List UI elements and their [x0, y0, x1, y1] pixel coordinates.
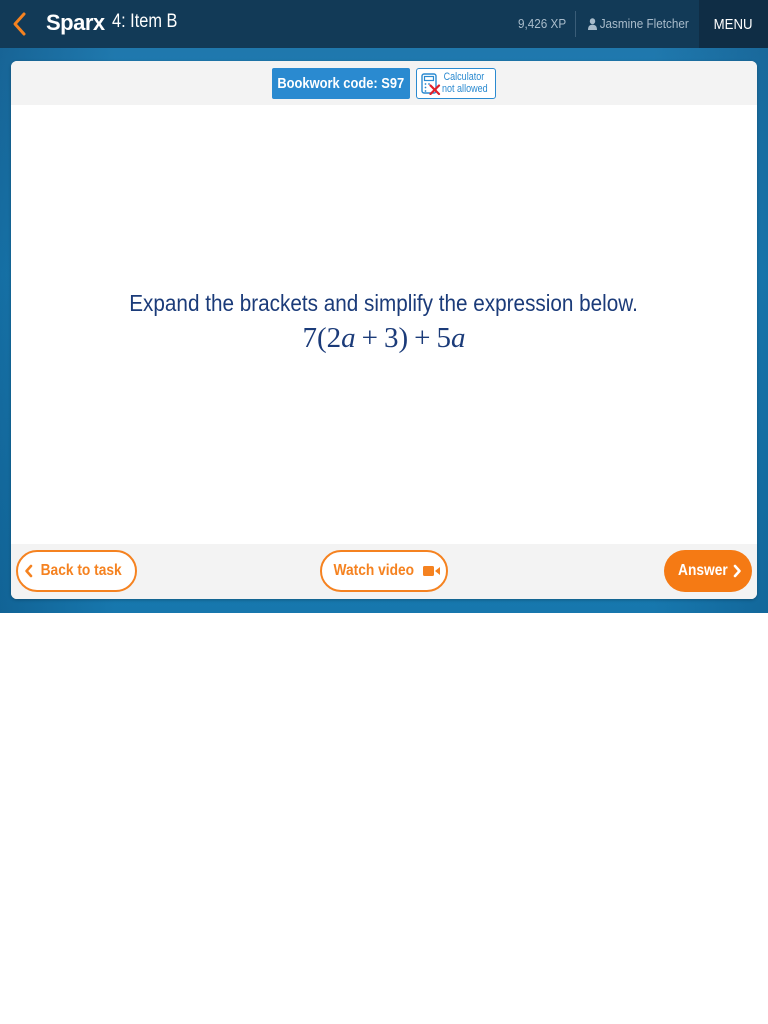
math-expression: 7(2a +3) +5a — [302, 322, 466, 354]
back-chevron-icon[interactable] — [10, 10, 32, 38]
sparx-logo: Sparx — [46, 10, 105, 35]
xp-counter: 9,426 XP — [518, 16, 567, 31]
calculator-status-text: Calculator not allowed — [442, 71, 488, 95]
chevron-right-icon — [733, 564, 741, 578]
calculator-not-allowed-icon — [421, 73, 441, 95]
card-footer: Back to task Watch video Answer — [11, 544, 757, 599]
menu-button[interactable]: MENU — [699, 0, 768, 48]
user-name: Jasmine Fletcher — [599, 16, 689, 31]
chevron-left-icon — [25, 564, 33, 578]
watch-video-label: Watch video — [333, 562, 415, 579]
math-expression-row: 7(2a +3) +5a — [11, 322, 757, 355]
bookwork-code-text: Bookwork code: S97 — [277, 75, 405, 92]
page-title: 4: Item B — [112, 11, 178, 32]
calculator-badge: Calculator not allowed — [416, 68, 496, 99]
watch-video-button[interactable]: Watch video — [320, 550, 448, 592]
question-card: Bookwork code: S97 Calculator not allowe… — [11, 61, 757, 599]
top-bar: Sparx 4: Item B 9,426 XP Jasmine Fletche… — [0, 0, 768, 48]
back-to-task-button[interactable]: Back to task — [16, 550, 137, 592]
calculator-status: not allowed — [442, 83, 488, 95]
question-prompt-row: Expand the brackets and simplify the exp… — [11, 290, 757, 317]
topbar-divider — [575, 11, 576, 37]
card-header: Bookwork code: S97 Calculator not allowe… — [11, 61, 757, 105]
calculator-label: Calculator — [443, 71, 485, 83]
answer-label: Answer — [678, 562, 728, 579]
video-camera-icon — [422, 566, 440, 576]
menu-label: MENU — [714, 15, 753, 33]
back-to-task-label: Back to task — [40, 562, 123, 579]
user-icon — [588, 18, 597, 30]
bookwork-code-badge: Bookwork code: S97 — [272, 68, 410, 99]
user-profile[interactable]: Jasmine Fletcher — [588, 16, 689, 31]
answer-button[interactable]: Answer — [664, 550, 752, 592]
question-prompt: Expand the brackets and simplify the exp… — [129, 290, 639, 316]
